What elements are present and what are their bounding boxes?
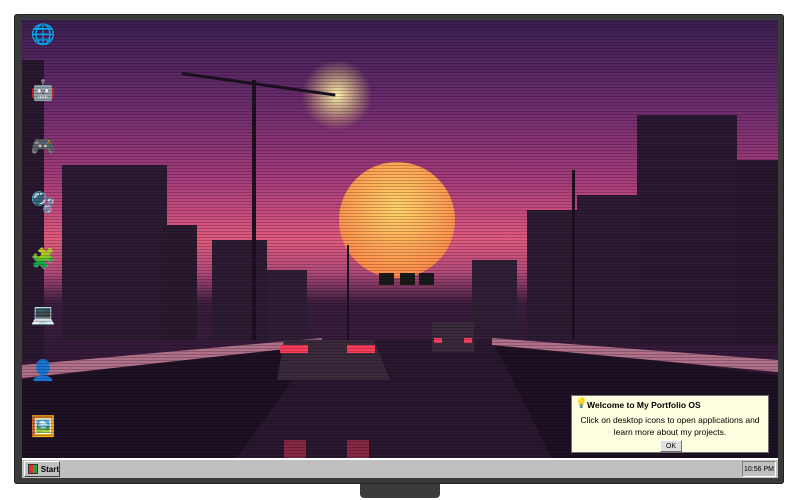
welcome-title-text: Welcome to My Portfolio OS	[587, 400, 701, 410]
monitor-stand	[360, 484, 440, 498]
welcome-tooltip: 💡 Welcome to My Portfolio OS Click on de…	[571, 395, 769, 453]
lightbulb-icon: 💡	[575, 398, 588, 409]
start-button[interactable]: Start	[24, 461, 60, 477]
welcome-message: Click on desktop icons to open applicati…	[580, 415, 760, 437]
robot-icon[interactable]: 🤖	[28, 76, 58, 106]
user-icon[interactable]: 👤	[28, 356, 58, 386]
picture-icon[interactable]: 🖼️	[28, 412, 58, 442]
gamepad-icon[interactable]: 🎮	[28, 132, 58, 162]
ok-button[interactable]: OK	[660, 440, 682, 452]
puzzle-icon[interactable]: 🧩	[28, 244, 58, 274]
laptop-icon[interactable]: 💻	[28, 300, 58, 330]
taskbar: Start 10:56 PM	[22, 458, 778, 478]
start-label: Start	[40, 464, 59, 474]
start-logo-icon	[28, 464, 38, 474]
globe-icon[interactable]: 🌐	[28, 20, 58, 50]
taskbar-clock: 10:56 PM	[742, 461, 776, 477]
glow	[302, 60, 372, 130]
sun	[339, 162, 455, 278]
bubbles-icon[interactable]: 🫧	[28, 188, 58, 218]
welcome-title: 💡 Welcome to My Portfolio OS	[575, 399, 701, 411]
